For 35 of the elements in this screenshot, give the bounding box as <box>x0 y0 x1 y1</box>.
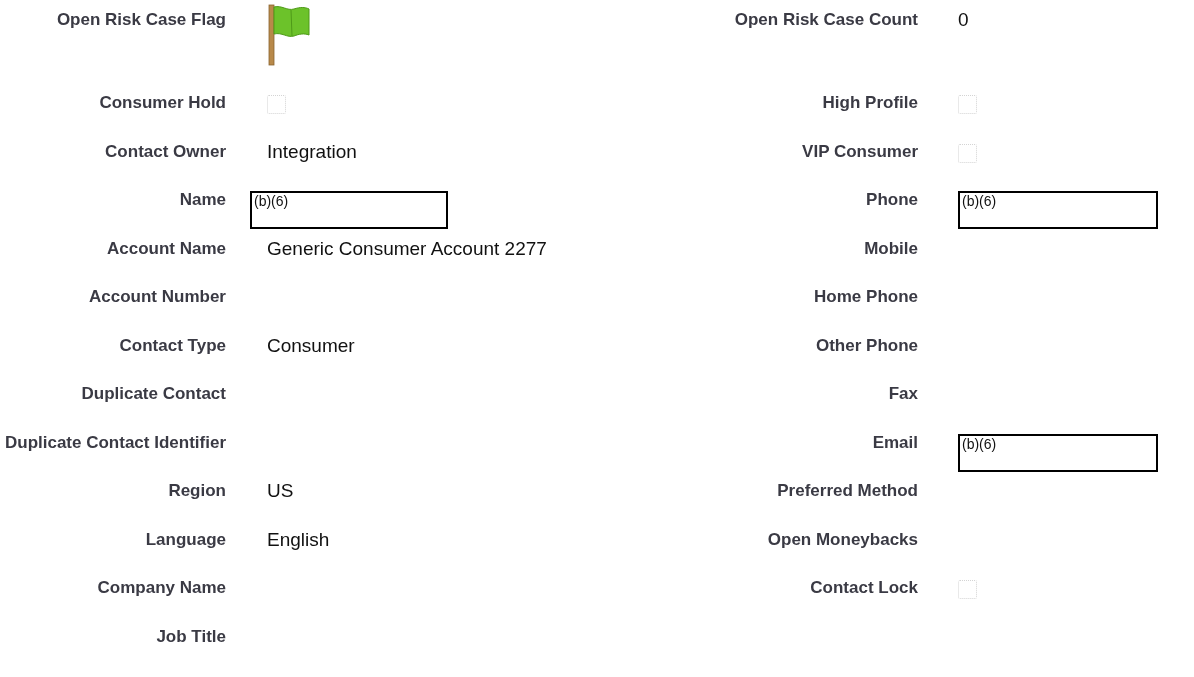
field-label: Fax <box>888 384 918 403</box>
field-label: Open Risk Case Flag <box>56 10 226 29</box>
field-value: Generic Consumer Account 2277 <box>267 237 547 259</box>
field-label: Region <box>168 481 226 500</box>
field-label: Other Phone <box>816 335 918 355</box>
field-value: US <box>267 480 294 501</box>
field-label: Open Risk Case Count <box>734 10 918 29</box>
field-label: Job Title <box>156 626 226 646</box>
field-label: Contact Type <box>119 335 226 355</box>
field-value: Integration <box>267 140 357 162</box>
field-value: English <box>267 528 330 550</box>
field-label: Contact Owner <box>105 141 226 161</box>
field-value: 0 <box>958 9 969 30</box>
field-label: Account Number <box>89 287 226 306</box>
field-label: Consumer Hold <box>99 93 226 112</box>
field-label: Contact Lock <box>810 578 918 597</box>
field-label: Name <box>179 190 226 209</box>
field-value: Consumer <box>267 334 355 356</box>
field-label: Home Phone <box>814 287 918 306</box>
field-label: High Profile <box>822 93 918 112</box>
redaction-box: (b)(6) <box>958 191 1158 229</box>
field-label: VIP Consumer <box>802 141 918 161</box>
field-label: Language <box>145 529 226 549</box>
field-label: Duplicate Contact Identifier <box>4 432 226 452</box>
field-label: Phone <box>866 190 918 209</box>
field-label: Email <box>872 432 918 452</box>
field-label: Preferred Method <box>777 481 918 500</box>
redaction-box: (b)(6) <box>250 191 448 229</box>
field-label: Company Name <box>97 578 226 597</box>
redaction-box: (b)(6) <box>958 433 1158 472</box>
field-label: Open Moneybacks <box>767 529 918 549</box>
field-label: Mobile <box>864 238 918 258</box>
field-label: Duplicate Contact <box>81 384 226 403</box>
flag-icon <box>267 3 311 67</box>
field-label: Account Name <box>106 238 226 258</box>
